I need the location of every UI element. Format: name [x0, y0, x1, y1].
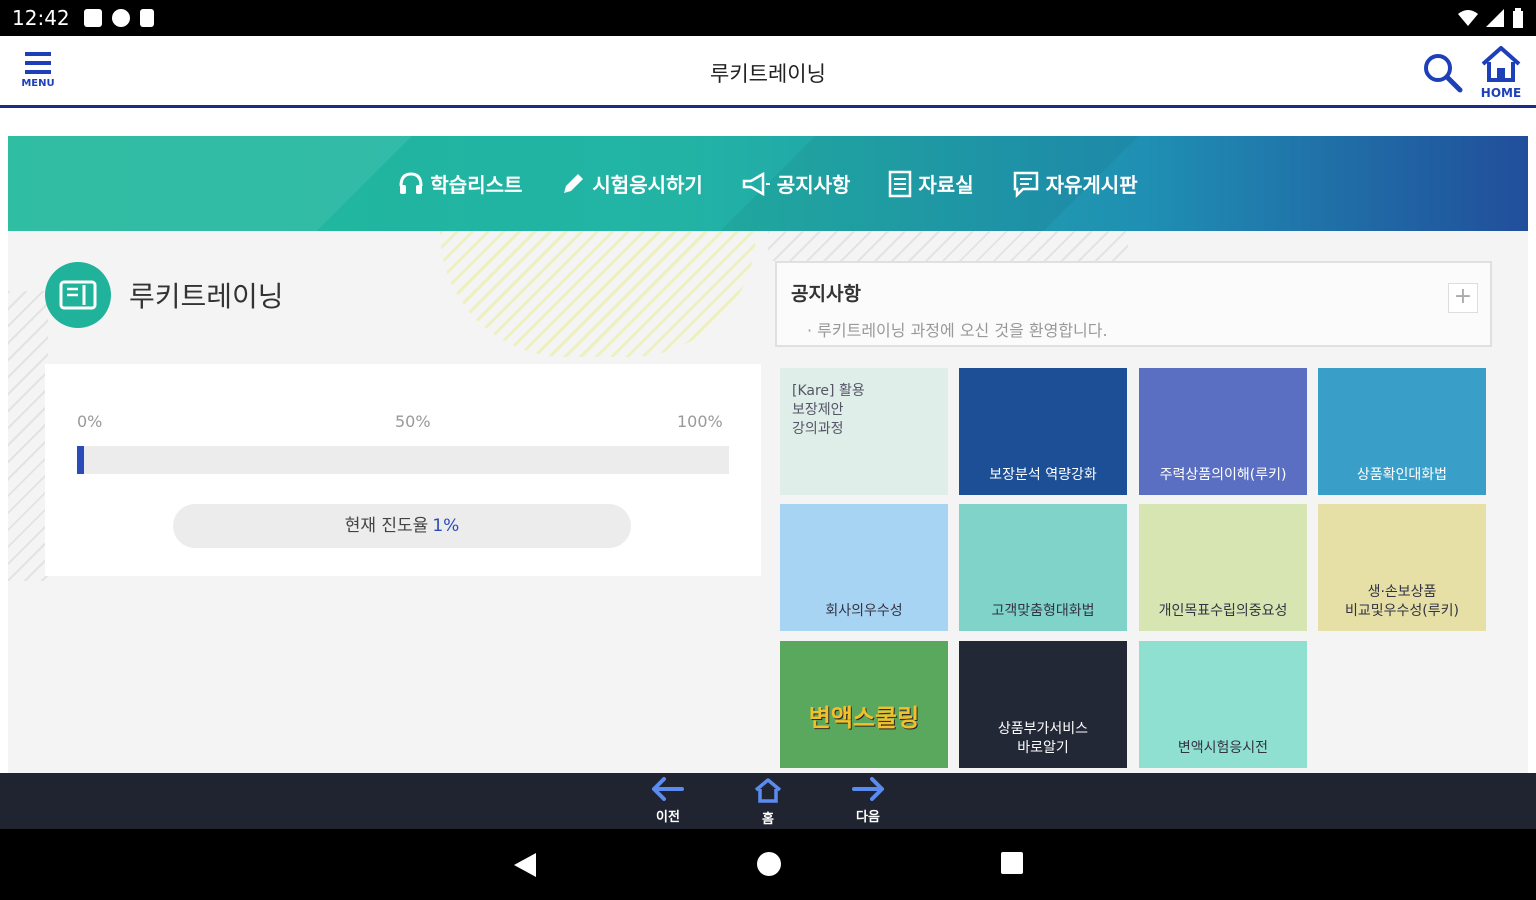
course-tile-caption: 주력상품의이해(루키)	[1159, 467, 1287, 483]
course-title: 루키트레이닝	[129, 280, 284, 313]
course-tile-caption: 회사의우수성	[825, 603, 903, 619]
progress-bar-fill	[77, 446, 84, 474]
home-label: HOME	[1480, 86, 1522, 100]
nav-item-free-board[interactable]: 자유게시판	[1012, 169, 1138, 198]
next-button[interactable]: 다음	[842, 773, 894, 829]
course-header: 루키트레이닝	[45, 262, 284, 328]
course-tile[interactable]: 개인목표수립의중요성	[1139, 504, 1307, 631]
nav-item-label: 자료실	[918, 173, 974, 197]
back-triangle-icon[interactable]	[512, 851, 538, 879]
course-tile[interactable]: 상품확인대화법	[1318, 368, 1486, 495]
sd-card-icon	[139, 9, 154, 27]
search-button[interactable]	[1420, 50, 1468, 96]
app-header: MENU 루키트레이닝 HOME	[0, 36, 1536, 108]
status-notification-icons	[83, 9, 154, 27]
course-tile-caption: 상품부가서비스 바로알기	[997, 721, 1089, 756]
course-tile-caption: 상품확인대화법	[1356, 467, 1448, 483]
notice-box: 공지사항 · 루키트레이닝 과정에 오신 것을 환영합니다. +	[775, 261, 1492, 347]
main-nav-banner: 학습리스트 시험응시하기 공지사항 자료실 자유게시판	[8, 136, 1528, 231]
status-time: 12:42	[12, 6, 70, 30]
nav-item-learning-list[interactable]: 학습리스트	[398, 169, 522, 198]
nav-item-label: 자유게시판	[1045, 173, 1138, 197]
notification-icon	[83, 9, 102, 27]
progress-card: 0% 50% 100% 현재 진도율 1%	[45, 364, 761, 576]
decorative-stripes	[440, 231, 756, 357]
headset-icon	[399, 171, 423, 194]
main-content: 루키트레이닝 0% 50% 100% 현재 진도율 1% 공지사항 · 루키트레이…	[8, 231, 1528, 773]
bottom-home-button[interactable]: 홈	[742, 773, 794, 829]
status-bar: 12:42	[0, 0, 1536, 36]
course-tile-caption: 변액시험응시전	[1177, 740, 1269, 756]
nav-item-resources[interactable]: 자료실	[888, 169, 974, 198]
home-icon	[754, 778, 782, 803]
course-tile-caption: 변액스쿨링	[808, 704, 920, 732]
course-tile[interactable]: 고객맞춤형대화법	[959, 504, 1127, 631]
signal-icon	[1486, 9, 1504, 27]
course-tile-caption: 보장분석 역량강화	[989, 467, 1097, 483]
current-progress-value: 1%	[432, 516, 460, 536]
wifi-icon	[1458, 10, 1478, 26]
recents-square-icon[interactable]	[1000, 851, 1024, 875]
app-notification-icon	[111, 9, 130, 27]
system-nav-bar	[0, 829, 1536, 900]
prev-label: 이전	[656, 810, 680, 825]
document-icon	[889, 170, 912, 197]
current-progress-pill: 현재 진도율 1%	[173, 504, 631, 548]
course-tile[interactable]: 변액스쿨링	[780, 641, 948, 768]
nav-item-label: 학습리스트	[430, 173, 523, 197]
nav-item-take-exam[interactable]: 시험응시하기	[560, 169, 703, 198]
course-tile[interactable]: 상품부가서비스 바로알기	[959, 641, 1127, 768]
chat-icon	[1013, 171, 1038, 198]
pencil-icon	[564, 173, 584, 193]
prev-button[interactable]: 이전	[642, 773, 694, 829]
home-circle-icon[interactable]	[756, 851, 782, 877]
progress-label-mid: 50%	[395, 412, 431, 431]
page-title: 루키트레이닝	[710, 62, 826, 86]
nav-item-label: 시험응시하기	[592, 173, 703, 197]
course-tile-caption: 고객맞춤형대화법	[991, 603, 1095, 619]
notice-more-button[interactable]: +	[1448, 283, 1478, 313]
course-tile[interactable]: 보장분석 역량강화	[959, 368, 1127, 495]
app-screen: 12:42 MENU 루키트레이닝 HOME 학습리스트 시험응시하기 공지사항…	[0, 0, 1536, 900]
home-button[interactable]: HOME	[1474, 44, 1528, 102]
home-icon	[1481, 46, 1521, 82]
course-book-icon	[45, 262, 111, 328]
course-tile[interactable]: 회사의우수성	[780, 504, 948, 631]
arrow-right-icon	[852, 777, 884, 801]
notice-title: 공지사항	[791, 283, 861, 305]
bottom-nav: 이전 홈 다음	[0, 773, 1536, 829]
nav-item-notices[interactable]: 공지사항	[741, 169, 851, 198]
nav-item-label: 공지사항	[776, 173, 851, 197]
course-tile[interactable]: 생·손보상품 비교및우수성(루키)	[1318, 504, 1486, 631]
decorative-stripes	[8, 291, 48, 581]
course-tile[interactable]: 변액시험응시전	[1139, 641, 1307, 768]
decorative-stripes	[768, 231, 1128, 261]
progress-label-max: 100%	[677, 412, 723, 431]
bottom-home-label: 홈	[762, 812, 774, 827]
course-tile-caption: 생·손보상품 비교및우수성(루키)	[1345, 584, 1459, 619]
course-tile-caption: [Kare] 활용 보장제안 강의과정	[792, 383, 865, 437]
course-tile[interactable]: [Kare] 활용 보장제안 강의과정	[780, 368, 948, 495]
next-label: 다음	[856, 810, 880, 825]
arrow-left-icon	[652, 777, 684, 801]
notice-item[interactable]: · 루키트레이닝 과정에 오신 것을 환영합니다.	[807, 317, 1108, 341]
progress-bar	[77, 446, 729, 474]
battery-icon	[1513, 8, 1523, 28]
status-system-icons	[1458, 8, 1524, 28]
course-tile-caption: 개인목표수립의중요성	[1158, 603, 1288, 619]
progress-label-min: 0%	[77, 412, 103, 431]
megaphone-icon	[742, 171, 770, 196]
current-progress-label: 현재 진도율	[344, 516, 429, 536]
course-tile[interactable]: 주력상품의이해(루키)	[1139, 368, 1307, 495]
search-icon	[1424, 54, 1463, 93]
